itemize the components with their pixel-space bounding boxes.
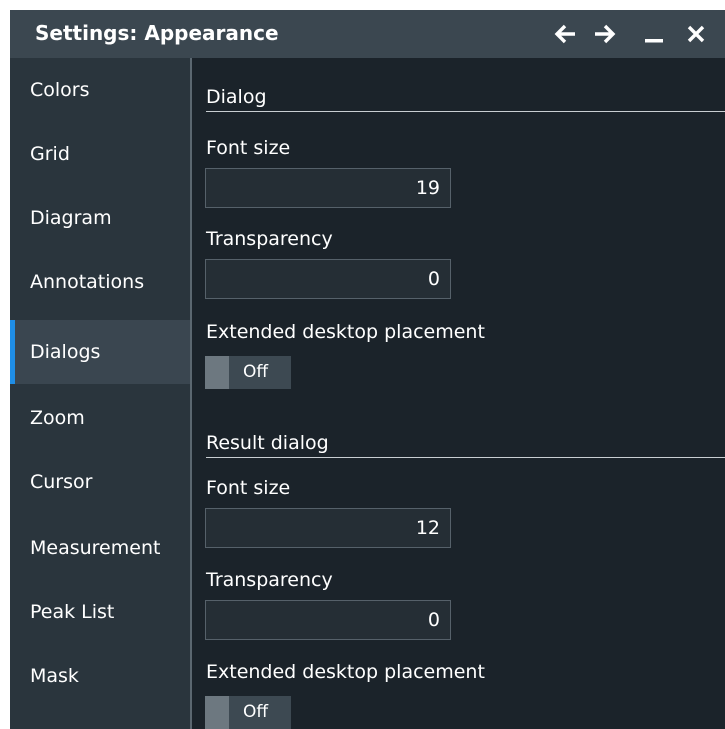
forward-button[interactable] — [590, 18, 620, 50]
sidebar-item-label: Dialogs — [30, 341, 101, 363]
settings-content: Dialog Font size 19 Transparency 0 Exten… — [192, 58, 725, 729]
field-value: 0 — [427, 268, 440, 290]
toggle-state: Off — [243, 702, 269, 722]
result-dialog-section-header: Result dialog — [206, 424, 725, 458]
dialog-font-size-input[interactable]: 19 — [205, 168, 451, 208]
dialog-placement-toggle[interactable]: Off — [205, 356, 291, 389]
section-title: Result dialog — [206, 432, 329, 454]
sidebar-item-label: Diagram — [30, 207, 112, 229]
sidebar-item-annotations[interactable]: Annotations — [10, 250, 190, 314]
result-placement-toggle[interactable]: Off — [205, 696, 291, 729]
sidebar-item-label: Cursor — [30, 471, 93, 493]
result-font-size-input[interactable]: 12 — [205, 508, 451, 548]
result-font-size-label: Font size — [206, 477, 291, 499]
settings-window: Settings: Appearance Colors Grid Diagram… — [10, 10, 725, 729]
result-transparency-label: Transparency — [206, 569, 333, 591]
sidebar-item-label: Peak List — [30, 601, 115, 623]
field-value: 12 — [415, 517, 440, 539]
result-transparency-input[interactable]: 0 — [205, 600, 451, 640]
back-button[interactable] — [550, 18, 580, 50]
arrow-left-icon — [554, 24, 575, 44]
sidebar-item-cursor[interactable]: Cursor — [10, 450, 190, 514]
dialog-font-size-label: Font size — [206, 137, 291, 159]
sidebar-item-label: Grid — [30, 143, 70, 165]
sidebar-item-dialogs[interactable]: Dialogs — [10, 320, 190, 384]
close-icon — [687, 25, 705, 43]
sidebar-item-peak-list[interactable]: Peak List — [10, 580, 190, 644]
sidebar-item-label: Colors — [30, 79, 90, 101]
section-title: Dialog — [206, 86, 267, 108]
minimize-button[interactable] — [639, 18, 669, 50]
sidebar-item-mask[interactable]: Mask — [10, 644, 190, 708]
sidebar-item-label: Mask — [30, 665, 79, 687]
dialog-placement-label: Extended desktop placement — [206, 321, 485, 343]
sidebar-item-zoom[interactable]: Zoom — [10, 386, 190, 450]
sidebar-item-grid[interactable]: Grid — [10, 122, 190, 186]
sidebar-item-measurement[interactable]: Measurement — [10, 516, 190, 580]
dialog-transparency-label: Transparency — [206, 228, 333, 250]
close-button[interactable] — [681, 18, 711, 50]
sidebar-item-colors[interactable]: Colors — [10, 58, 190, 122]
result-placement-label: Extended desktop placement — [206, 661, 485, 683]
toggle-knob — [205, 696, 229, 729]
title-bar: Settings: Appearance — [10, 10, 725, 58]
sidebar-item-diagram[interactable]: Diagram — [10, 186, 190, 250]
field-value: 0 — [427, 609, 440, 631]
field-value: 19 — [415, 177, 440, 199]
sidebar-item-label: Measurement — [30, 537, 161, 559]
minimize-icon — [645, 39, 663, 43]
settings-sidebar: Colors Grid Diagram Annotations Dialogs … — [10, 58, 190, 729]
toggle-state: Off — [243, 362, 269, 382]
window-title: Settings: Appearance — [35, 21, 279, 45]
dialog-section-header: Dialog — [206, 78, 725, 112]
sidebar-item-label: Zoom — [30, 407, 85, 429]
dialog-transparency-input[interactable]: 0 — [205, 259, 451, 299]
sidebar-item-label: Annotations — [30, 271, 145, 293]
arrow-right-icon — [595, 24, 616, 44]
toggle-knob — [205, 356, 229, 389]
